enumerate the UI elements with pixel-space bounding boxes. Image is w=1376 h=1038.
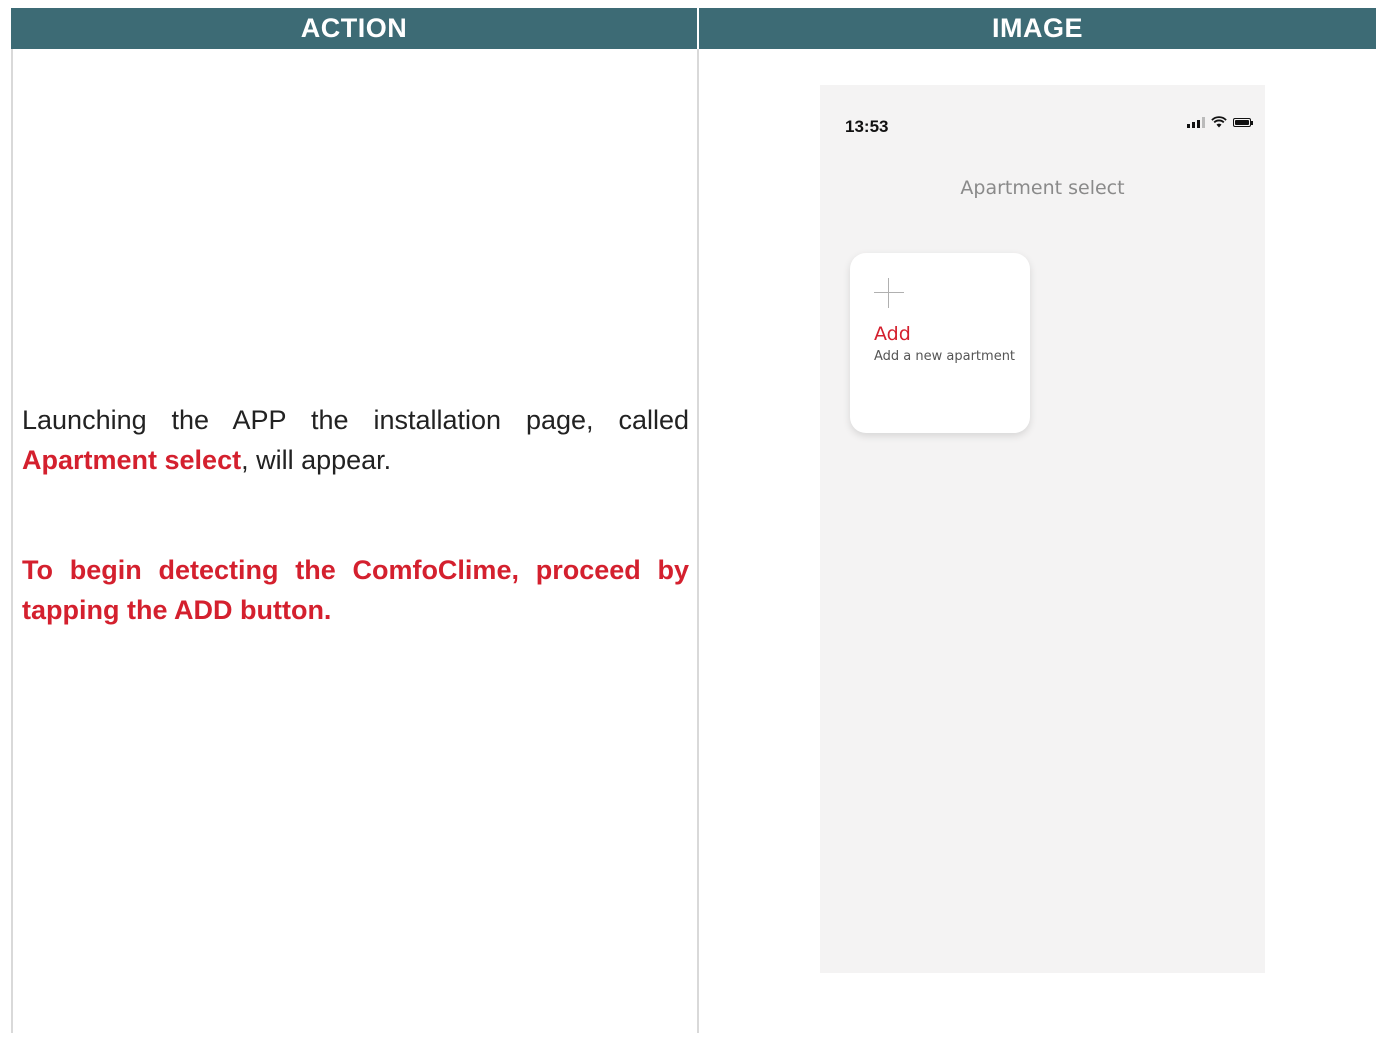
plus-icon [874,278,904,308]
header-image: IMAGE [699,8,1376,49]
instruction-table: ACTION IMAGE Launching the APP the insta… [11,8,1376,1038]
header-action: ACTION [11,8,697,49]
add-subtitle: Add a new apartment [874,349,1016,364]
add-apartment-button[interactable]: Add Add a new apartment [850,253,1030,433]
status-time: 13:53 [845,117,889,136]
intro-text-end: , will appear. [241,445,392,475]
screen-title: Apartment select [960,177,1125,199]
intro-highlight: Apartment select [22,445,242,475]
call-to-action: To begin detecting the ComfoClime, proce… [22,555,689,625]
intro-paragraph: Launching the APP the installation page,… [22,400,689,480]
column-divider [697,49,699,1033]
intro-text-start: Launching the APP the installation page,… [22,405,689,435]
action-cell: Launching the APP the installation page,… [22,400,689,630]
wifi-icon [1211,116,1227,128]
status-icons [1187,116,1253,128]
battery-icon [1233,117,1253,127]
signal-icon [1187,116,1205,128]
add-label: Add [874,323,911,345]
phone-screenshot: 13:53 Apartment select Add Add a new apa… [820,85,1265,973]
table-header: ACTION IMAGE [11,8,1376,49]
table-left-border [11,49,13,1033]
